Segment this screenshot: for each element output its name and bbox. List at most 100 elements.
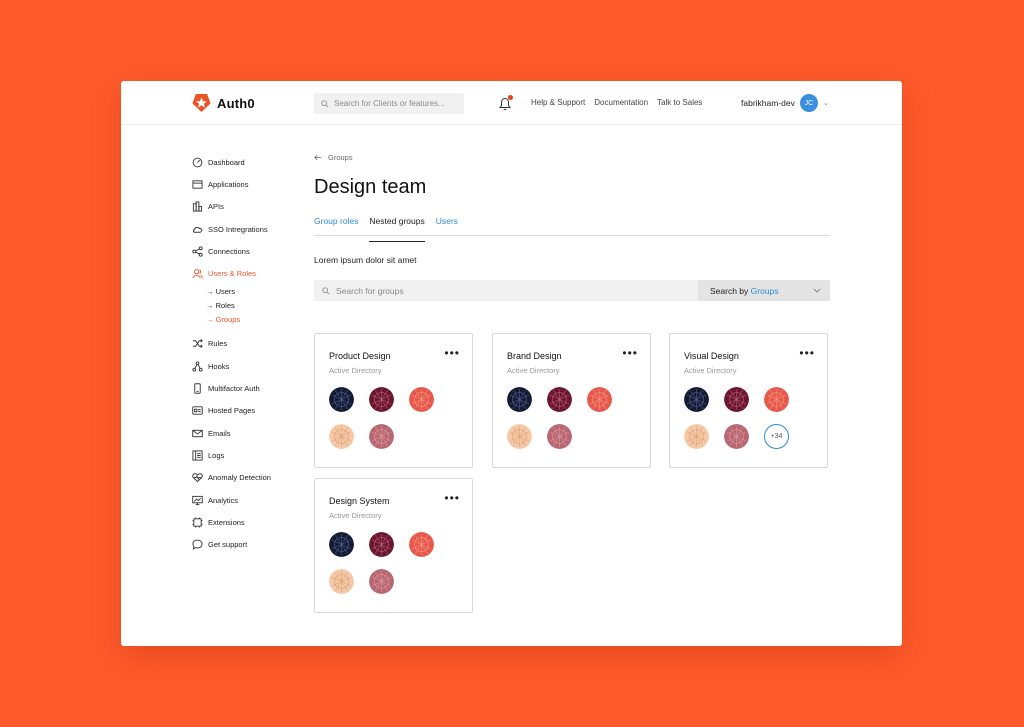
member-avatar[interactable] — [724, 387, 749, 412]
member-avatar[interactable] — [329, 569, 354, 594]
extensions-icon — [192, 517, 203, 528]
sidebar-item-connections[interactable]: Connections — [192, 240, 302, 262]
member-avatar[interactable] — [547, 387, 572, 412]
users-icon — [192, 269, 203, 279]
sidebar-item-label: Extensions — [208, 517, 245, 527]
member-avatar[interactable] — [764, 387, 789, 412]
sidebar-item-dashboard[interactable]: Dashboard — [192, 151, 302, 173]
sidebar-item-apis[interactable]: APIs — [192, 196, 302, 218]
tenant-menu[interactable]: fabrikham-dev JC ⌄ — [741, 94, 829, 112]
sidebar: Dashboard Applications APIs SSO Intregra… — [192, 151, 302, 556]
notifications-button[interactable] — [499, 95, 513, 111]
tab-group-roles[interactable]: Group roles — [314, 216, 358, 235]
group-card[interactable]: Visual Design Active Directory ••• +34 — [669, 333, 828, 468]
sidebar-subitem-groups[interactable]: → Groups — [192, 313, 302, 327]
sidebar-item-get-support[interactable]: Get support — [192, 533, 302, 555]
sidebar-item-label: Get support — [208, 540, 248, 550]
tab-users[interactable]: Users — [436, 216, 458, 235]
sidebar-item-label: Connections — [208, 246, 250, 256]
logo-text: Auth0 — [217, 95, 255, 111]
group-card[interactable]: Design System Active Directory ••• — [314, 478, 473, 613]
group-search-input[interactable]: Search for groups — [314, 280, 698, 301]
sidebar-item-label: Anomaly Detection — [208, 473, 271, 483]
sidebar-item-label: APIs — [208, 202, 224, 212]
member-avatar[interactable] — [507, 424, 532, 449]
sidebar-item-applications[interactable]: Applications — [192, 173, 302, 195]
group-card[interactable]: Product Design Active Directory ••• — [314, 333, 473, 468]
more-options-icon[interactable]: ••• — [444, 347, 460, 359]
search-by-select[interactable]: Search by Groups — [698, 280, 830, 301]
sidebar-item-label: Logs — [208, 450, 225, 460]
notification-dot — [508, 95, 513, 100]
sidebar-item-users-roles[interactable]: Users & Roles — [192, 262, 302, 284]
group-card-subtitle: Active Directory — [684, 366, 737, 375]
member-avatar[interactable] — [409, 387, 434, 412]
auth0-logo-icon — [192, 93, 211, 113]
member-avatar[interactable] — [684, 424, 709, 449]
sidebar-item-label: Applications — [208, 179, 249, 189]
more-options-icon[interactable]: ••• — [622, 347, 638, 359]
sidebar-item-label: Dashboard — [208, 157, 245, 167]
chevron-down-icon: ⌄ — [822, 100, 829, 107]
logo[interactable]: Auth0 — [192, 93, 255, 113]
more-members-badge[interactable]: +34 — [764, 424, 789, 449]
sidebar-item-hosted-pages[interactable]: Hosted Pages — [192, 400, 302, 422]
sidebar-item-label: Users & Roles — [208, 269, 256, 279]
member-avatar[interactable] — [547, 424, 572, 449]
search-icon — [321, 99, 329, 108]
member-avatar[interactable] — [329, 387, 354, 412]
member-avatar[interactable] — [724, 424, 749, 449]
breadcrumb[interactable]: Groups — [314, 151, 830, 163]
group-search-bar: Search for groups Search by Groups — [314, 280, 830, 301]
search-by-label: Search by Groups — [710, 286, 779, 296]
member-avatar[interactable] — [329, 532, 354, 557]
member-avatar[interactable] — [507, 387, 532, 412]
member-avatar[interactable] — [369, 569, 394, 594]
search-icon — [322, 286, 330, 295]
member-avatar[interactable] — [369, 532, 394, 557]
search-by-value: Groups — [750, 285, 779, 296]
sidebar-item-extensions[interactable]: Extensions — [192, 511, 302, 533]
tab-bar: Group roles Nested groups Users — [314, 216, 830, 242]
sidebar-item-hooks[interactable]: Hooks — [192, 355, 302, 377]
tab-nested-groups[interactable]: Nested groups — [369, 216, 426, 242]
page-title: Design team — [314, 176, 427, 198]
sidebar-item-label: SSO Intregrations — [208, 224, 268, 234]
sidebar-item-label: Analytics — [208, 495, 239, 505]
documentation-link[interactable]: Documentation — [594, 98, 648, 107]
sidebar-item-label: Hooks — [208, 361, 230, 371]
sidebar-item-multifactor[interactable]: Multifactor Auth — [192, 377, 302, 399]
group-description: Lorem ipsum dolor sit amet — [314, 255, 417, 265]
sidebar-subitem-users[interactable]: → Users — [192, 285, 302, 299]
more-options-icon[interactable]: ••• — [444, 492, 460, 504]
sidebar-subitem-roles[interactable]: → Roles — [192, 299, 302, 313]
member-avatar[interactable] — [329, 424, 354, 449]
sidebar-item-emails[interactable]: Emails — [192, 422, 302, 444]
global-search-placeholder: Search for Clients or features... — [334, 99, 445, 108]
app-window: Auth0 Search for Clients or features... … — [121, 81, 902, 646]
member-avatar[interactable] — [587, 387, 612, 412]
group-card-subtitle: Active Directory — [329, 511, 382, 520]
phone-icon — [194, 383, 201, 394]
sidebar-item-logs[interactable]: Logs — [192, 444, 302, 466]
global-search-input[interactable]: Search for Clients or features... — [314, 93, 464, 114]
member-avatar[interactable] — [369, 424, 394, 449]
sidebar-item-analytics[interactable]: Analytics — [192, 489, 302, 511]
group-card-title: Visual Design — [684, 351, 739, 361]
connections-icon — [192, 246, 203, 257]
member-avatar[interactable] — [684, 387, 709, 412]
sidebar-item-sso[interactable]: SSO Intregrations — [192, 218, 302, 240]
group-card-title: Brand Design — [507, 351, 562, 361]
sidebar-item-label: Hosted Pages — [208, 406, 256, 416]
sidebar-item-rules[interactable]: Rules — [192, 333, 302, 355]
member-avatar[interactable] — [409, 532, 434, 557]
more-options-icon[interactable]: ••• — [799, 347, 815, 359]
talk-to-sales-link[interactable]: Talk to Sales — [657, 98, 702, 107]
sidebar-item-label: Multifactor Auth — [208, 384, 260, 394]
sidebar-item-anomaly[interactable]: Anomaly Detection — [192, 467, 302, 489]
applications-icon — [192, 180, 203, 189]
user-avatar: JC — [799, 94, 818, 112]
help-support-link[interactable]: Help & Support — [531, 98, 585, 107]
group-card[interactable]: Brand Design Active Directory ••• — [492, 333, 651, 468]
member-avatar[interactable] — [369, 387, 394, 412]
